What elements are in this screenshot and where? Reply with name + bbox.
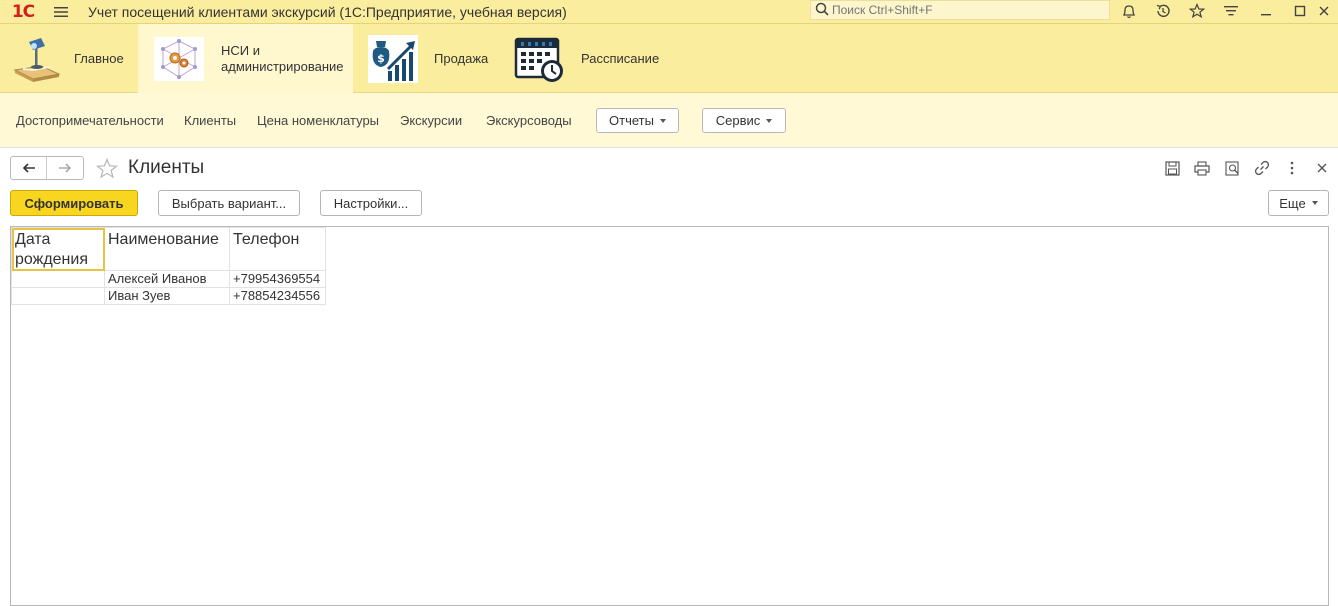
- desk-lamp-icon: [10, 32, 64, 86]
- nav-link-guides[interactable]: Экскурсоводы: [486, 113, 572, 128]
- close-window-icon[interactable]: [1310, 0, 1338, 22]
- nav-link-clients[interactable]: Клиенты: [184, 113, 236, 128]
- main-menu-icon[interactable]: [46, 0, 76, 24]
- history-icon[interactable]: [1149, 0, 1177, 22]
- add-to-favorites-star-icon[interactable]: [94, 156, 120, 180]
- section-nsi-admin[interactable]: НСИ и администрирование: [138, 24, 353, 93]
- app-title: Учет посещений клиентами экскурсий (1С:П…: [88, 3, 567, 20]
- service-dropdown-button[interactable]: Сервис: [702, 108, 786, 133]
- nav-link-attractions[interactable]: Достопримечательности: [16, 113, 164, 128]
- history-nav-buttons: [10, 156, 84, 180]
- more-vertical-icon[interactable]: [1281, 157, 1303, 179]
- link-icon[interactable]: [1251, 157, 1273, 179]
- column-header-name[interactable]: Наименование: [104, 227, 230, 271]
- cell-birth-date[interactable]: [11, 287, 105, 305]
- cell-birth-date[interactable]: [11, 270, 105, 288]
- navigation-panel: Достопримечательности Клиенты Цена номен…: [0, 93, 1338, 148]
- section-sales[interactable]: $ Продажа: [353, 24, 503, 93]
- form-title: Клиенты: [128, 157, 205, 178]
- back-button[interactable]: [11, 157, 47, 179]
- report-area[interactable]: Дата рождения Наименование Телефон Алексе…: [10, 226, 1329, 606]
- bell-icon[interactable]: [1115, 0, 1143, 22]
- report-header-row: Дата рождения Наименование Телефон: [11, 227, 326, 271]
- section-label-sales: Продажа: [434, 50, 489, 66]
- calendar-clock-icon: [513, 32, 567, 86]
- settings-button[interactable]: Настройки...: [320, 190, 422, 216]
- section-label-main: Главное: [74, 50, 124, 66]
- table-row: Алексей Иванов +79954369554: [11, 270, 326, 288]
- cell-name[interactable]: Алексей Иванов: [104, 270, 230, 288]
- section-label-schedule: Рассписание: [581, 50, 660, 66]
- filter-icon[interactable]: [1217, 0, 1245, 22]
- cell-phone[interactable]: +79954369554: [229, 270, 326, 288]
- save-icon[interactable]: [1161, 157, 1183, 179]
- section-main[interactable]: Главное: [0, 24, 138, 93]
- forward-button[interactable]: [47, 157, 83, 179]
- global-search[interactable]: [810, 0, 1110, 20]
- cell-phone[interactable]: +78854234556: [229, 287, 326, 305]
- chevron-down-icon: [766, 118, 773, 123]
- generate-report-button[interactable]: Сформировать: [10, 190, 138, 216]
- column-header-birth-date[interactable]: Дата рождения: [11, 227, 105, 271]
- reports-dropdown-button[interactable]: Отчеты: [596, 108, 679, 133]
- choose-variant-button[interactable]: Выбрать вариант...: [158, 190, 300, 216]
- nav-link-item-price[interactable]: Цена номенклатуры: [257, 113, 379, 128]
- gears-network-icon: [152, 32, 206, 86]
- cell-name[interactable]: Иван Зуев: [104, 287, 230, 305]
- favorites-star-icon[interactable]: [1183, 0, 1211, 22]
- more-button[interactable]: Еще: [1268, 190, 1329, 216]
- print-icon[interactable]: [1191, 157, 1213, 179]
- report-table: Дата рождения Наименование Телефон Алексе…: [11, 227, 326, 305]
- search-input[interactable]: [832, 3, 1102, 17]
- close-form-icon[interactable]: [1311, 157, 1333, 179]
- chevron-down-icon: [1311, 201, 1318, 205]
- column-header-phone[interactable]: Телефон: [229, 227, 326, 271]
- chevron-down-icon: [659, 118, 666, 123]
- arrow-left-icon: [22, 163, 35, 173]
- table-row: Иван Зуев +78854234556: [11, 287, 326, 305]
- svg-text:$: $: [377, 52, 385, 65]
- preview-icon[interactable]: [1221, 157, 1243, 179]
- money-growth-icon: $: [366, 32, 420, 86]
- minimize-icon[interactable]: [1252, 0, 1280, 22]
- sections-panel: Главное НСИ и администрирование $ Продаж…: [0, 24, 1338, 93]
- nav-link-excursions[interactable]: Экскурсии: [400, 113, 462, 128]
- section-schedule[interactable]: Рассписание: [503, 24, 683, 93]
- section-label-nsi-admin: НСИ и администрирование: [221, 42, 344, 74]
- search-icon: [815, 2, 829, 19]
- arrow-right-icon: [59, 163, 72, 173]
- app-logo[interactable]: 1С: [0, 0, 46, 24]
